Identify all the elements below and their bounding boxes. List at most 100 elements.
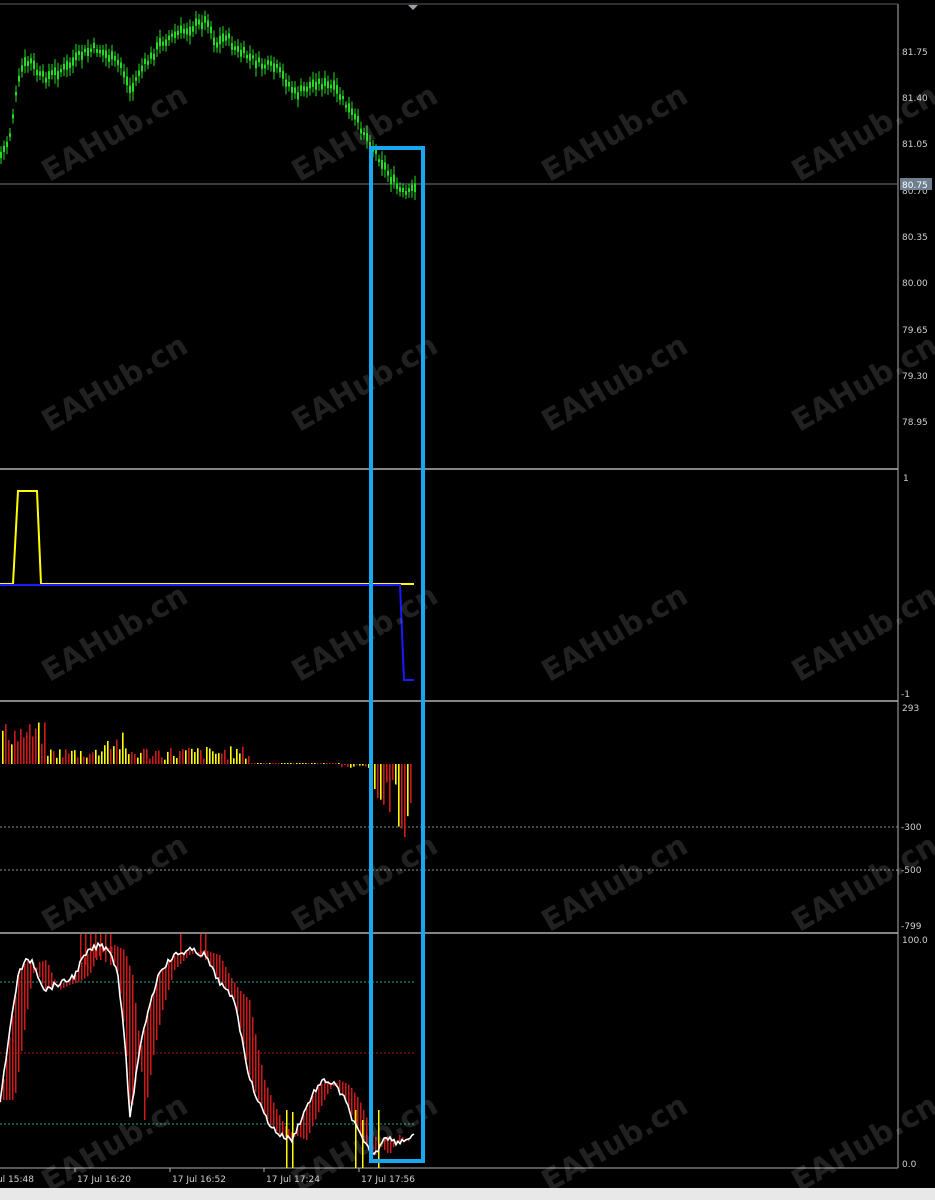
price-candle-body (240, 49, 242, 57)
histogram-bar (233, 758, 235, 764)
price-candle-body (225, 35, 227, 41)
histogram-bar (119, 749, 121, 764)
histogram-bar (110, 748, 112, 764)
histogram-bar (116, 739, 118, 764)
price-candle-body (222, 33, 224, 42)
histogram-bar (134, 753, 136, 764)
price-candle-body (399, 187, 401, 192)
price-candle-body (135, 77, 137, 81)
histogram-bar (53, 751, 55, 764)
oscillator-spike (100, 934, 102, 960)
histogram-bar (260, 763, 262, 764)
price-candle-body (21, 65, 23, 72)
histogram-bar (380, 764, 382, 800)
histogram-bar (398, 764, 400, 827)
oscillator-bar (246, 997, 248, 1060)
price-candle-body (78, 50, 80, 55)
oscillator-bar (279, 1115, 281, 1134)
status-bar (0, 1188, 935, 1200)
trading-chart[interactable]: EAHub.cn EAHub.cn EAHub.cn EAHub.cnEAHub.cn… (0, 0, 935, 1200)
histogram-bar (386, 764, 388, 783)
histogram-bar (230, 746, 232, 764)
histogram-bar (65, 749, 67, 764)
oscillator-bar (324, 1081, 326, 1100)
oscillator-bar (147, 1015, 149, 1098)
price-candle-body (246, 54, 248, 59)
price-candle-body (177, 30, 179, 36)
oscillator-bar (12, 1016, 14, 1100)
histogram-bar (86, 757, 88, 764)
price-candle-body (180, 25, 182, 34)
histogram-bar (176, 758, 178, 764)
histogram-bar (224, 749, 226, 764)
histogram-bar (338, 763, 340, 764)
histogram-bar (125, 748, 127, 764)
histogram-bar (347, 764, 349, 768)
time-label: 17 Jul 17:56 (361, 1175, 415, 1185)
histogram-bar (299, 763, 301, 764)
histogram-bar (392, 764, 394, 781)
histogram-bar (23, 737, 25, 764)
histogram-bar (80, 750, 82, 764)
price-candle-body (309, 81, 311, 89)
histogram-bar (308, 763, 310, 764)
oscillator-bar (231, 978, 233, 996)
histogram-bar (77, 757, 79, 764)
oscillator-bar (93, 948, 95, 967)
oscillator-bar (348, 1084, 350, 1108)
price-candle-body (327, 81, 329, 89)
histogram-bar (350, 764, 352, 768)
oscillator-bar (312, 1096, 314, 1127)
price-candle-body (294, 87, 296, 94)
histogram-bar (212, 751, 214, 764)
price-candle-body (138, 70, 140, 76)
oscillator-bar (114, 945, 116, 963)
price-candle-body (12, 114, 14, 119)
histogram-tick: -500 (901, 866, 922, 876)
price-candle-body (18, 75, 20, 82)
histogram-bar (59, 749, 61, 764)
price-candle-body (198, 19, 200, 25)
histogram-bar (146, 748, 148, 764)
histogram-bar (206, 747, 208, 764)
price-candle-body (30, 58, 32, 64)
price-candle-body (402, 188, 404, 193)
price-candle-body (60, 69, 62, 73)
histogram-bar (401, 764, 403, 829)
histogram-bar (284, 763, 286, 764)
histogram-bar (257, 763, 259, 764)
price-candle-body (153, 53, 155, 60)
price-candle-body (120, 62, 122, 68)
histogram-bar (221, 753, 223, 764)
price-candle-body (258, 57, 260, 63)
histogram-bar (281, 763, 283, 764)
oscillator-bar (18, 975, 20, 1072)
histogram-bar (311, 763, 313, 764)
oscillator-bar (51, 972, 53, 987)
price-candle-body (150, 52, 152, 59)
price-candle-body (324, 78, 326, 86)
histogram-bar (389, 764, 391, 813)
histogram-bar (188, 748, 190, 764)
histogram-bar (344, 764, 346, 766)
oscillator-bar (273, 1102, 275, 1128)
oscillator-bar (255, 1034, 257, 1093)
oscillator-bar (237, 987, 239, 1012)
oscillator-bar (81, 962, 83, 981)
histogram-bar (155, 751, 157, 764)
price-tick: 79.65 (902, 326, 928, 336)
oscillator-bar (306, 1108, 308, 1140)
histogram-bar (113, 746, 115, 764)
price-candle-body (108, 54, 110, 62)
price-candle-body (348, 103, 350, 113)
price-candle-body (102, 49, 104, 56)
oscillator-bar (174, 956, 176, 970)
price-candle-body (51, 70, 53, 75)
histogram-bar (20, 728, 22, 764)
price-candle-body (234, 46, 236, 51)
price-candle-body (216, 42, 218, 48)
price-candle-body (264, 64, 266, 69)
oscillator-bar (21, 969, 23, 1051)
oscillator-spike (110, 934, 112, 965)
oscillator-bar (159, 973, 161, 1025)
